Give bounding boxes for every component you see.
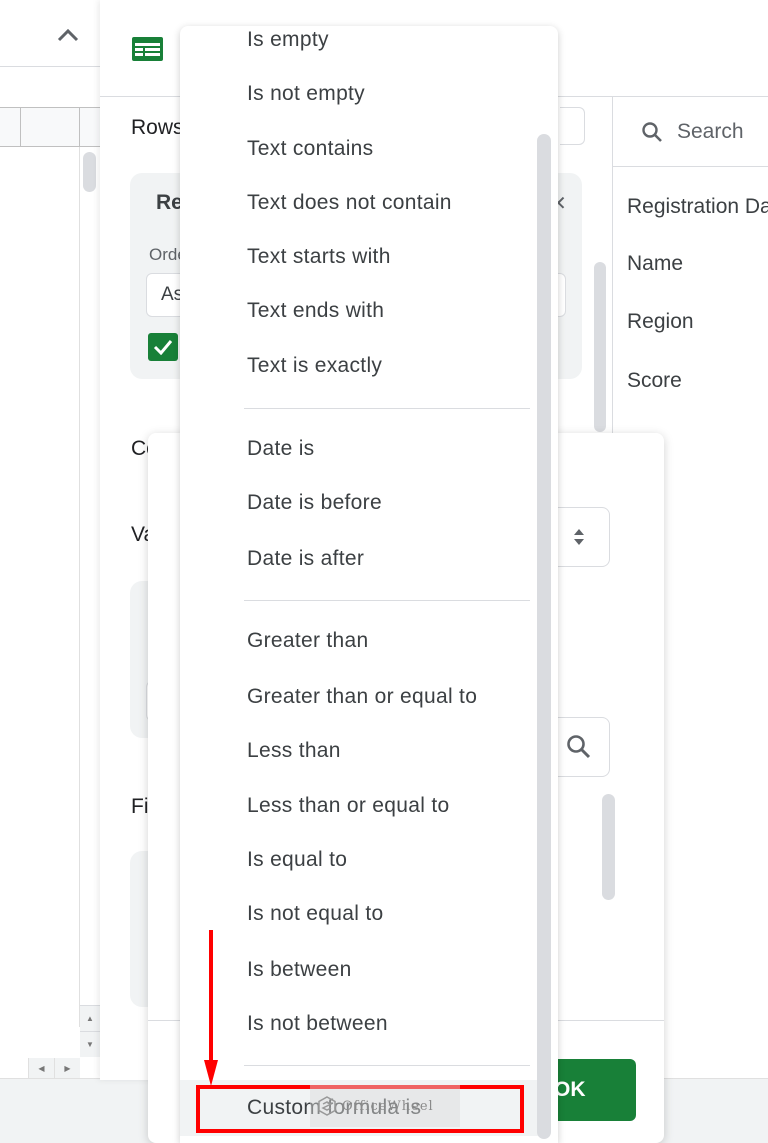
field-item[interactable]: Name <box>627 252 683 276</box>
field-item[interactable]: Registration Date <box>627 195 768 219</box>
chevron-up-icon <box>57 28 79 42</box>
scroll-right-button[interactable]: ▶ <box>54 1058 80 1078</box>
triangle-right-icon: ▶ <box>64 1063 71 1073</box>
menu-item-is-not-empty[interactable]: Is not empty <box>180 70 540 118</box>
menu-item-text-starts-with[interactable]: Text starts with <box>180 233 540 281</box>
menu-item-greater-than-or-equal[interactable]: Greater than or equal to <box>180 673 540 721</box>
rows-section-label: Rows <box>131 116 184 139</box>
menu-item-is-between[interactable]: Is between <box>180 946 540 994</box>
search-icon <box>566 735 590 759</box>
google-sheets-icon <box>132 37 163 61</box>
menu-item-text-ends-with[interactable]: Text ends with <box>180 287 540 335</box>
search-placeholder: Search <box>677 119 744 143</box>
menu-item-greater-than[interactable]: Greater than <box>180 617 540 665</box>
menu-item-is-not-equal-to[interactable]: Is not equal to <box>180 890 540 938</box>
screen: ▲ ▼ ◀ ▶ Rows Region ✕ Order Ascending <box>0 0 768 1143</box>
menu-item-is-empty[interactable]: Is empty <box>180 26 540 64</box>
column-header-row <box>0 107 100 147</box>
menu-item-less-than[interactable]: Less than <box>180 727 540 775</box>
scroll-down-button[interactable]: ▼ <box>80 1031 100 1057</box>
menu-item-date-is-after[interactable]: Date is after <box>180 535 540 583</box>
sheet-scroll-thumb[interactable] <box>83 152 96 192</box>
editor-scrollbar[interactable] <box>594 262 606 432</box>
triangle-left-icon: ◀ <box>38 1063 45 1073</box>
menu-item-date-is-before[interactable]: Date is before <box>180 479 540 527</box>
spreadsheet-area: ▲ ▼ ◀ ▶ <box>0 0 100 1143</box>
field-item[interactable]: Region <box>627 310 694 334</box>
menu-item-is-equal-to[interactable]: Is equal to <box>180 836 540 884</box>
menu-divider <box>244 600 530 601</box>
menu-item-text-is-exactly[interactable]: Text is exactly <box>180 342 540 390</box>
menu-item-text-contains[interactable]: Text contains <box>180 125 540 173</box>
field-list-panel: Search Registration Date Name Region Sco… <box>612 97 768 437</box>
sheet-vertical-scrollbar[interactable] <box>79 147 100 1027</box>
search-icon <box>642 121 662 142</box>
scroll-left-button[interactable]: ◀ <box>28 1058 54 1078</box>
column-divider <box>20 108 21 146</box>
toolbar-divider <box>0 66 100 67</box>
collapse-toolbar-button[interactable] <box>55 22 81 48</box>
dropdown-scrollbar[interactable] <box>537 134 551 1139</box>
field-item[interactable]: Score <box>627 369 682 393</box>
field-search[interactable]: Search <box>613 97 768 167</box>
menu-divider <box>244 1065 530 1066</box>
scroll-up-button[interactable]: ▲ <box>80 1005 100 1031</box>
watermark-logo-icon <box>318 1096 336 1116</box>
sort-arrows-icon <box>573 529 584 545</box>
triangle-up-icon: ▲ <box>86 1014 94 1023</box>
annotation-arrow <box>204 930 218 1086</box>
menu-item-text-does-not-contain[interactable]: Text does not contain <box>180 179 540 227</box>
checkmark-icon <box>153 340 173 355</box>
triangle-down-icon: ▼ <box>86 1040 94 1049</box>
watermark-text: OfficeWheel <box>342 1098 434 1114</box>
watermark: OfficeWheel <box>310 1085 460 1127</box>
menu-item-less-than-or-equal[interactable]: Less than or equal to <box>180 782 540 830</box>
column-divider <box>79 108 80 146</box>
menu-item-date-is[interactable]: Date is <box>180 425 540 473</box>
menu-item-is-not-between[interactable]: Is not between <box>180 1000 540 1048</box>
show-totals-checkbox[interactable] <box>148 333 178 361</box>
condition-dropdown-menu: Is empty Is not empty Text contains Text… <box>180 26 558 1143</box>
values-list-scrollbar[interactable] <box>602 794 615 900</box>
add-row-button[interactable] <box>560 107 585 145</box>
menu-divider <box>244 408 530 409</box>
